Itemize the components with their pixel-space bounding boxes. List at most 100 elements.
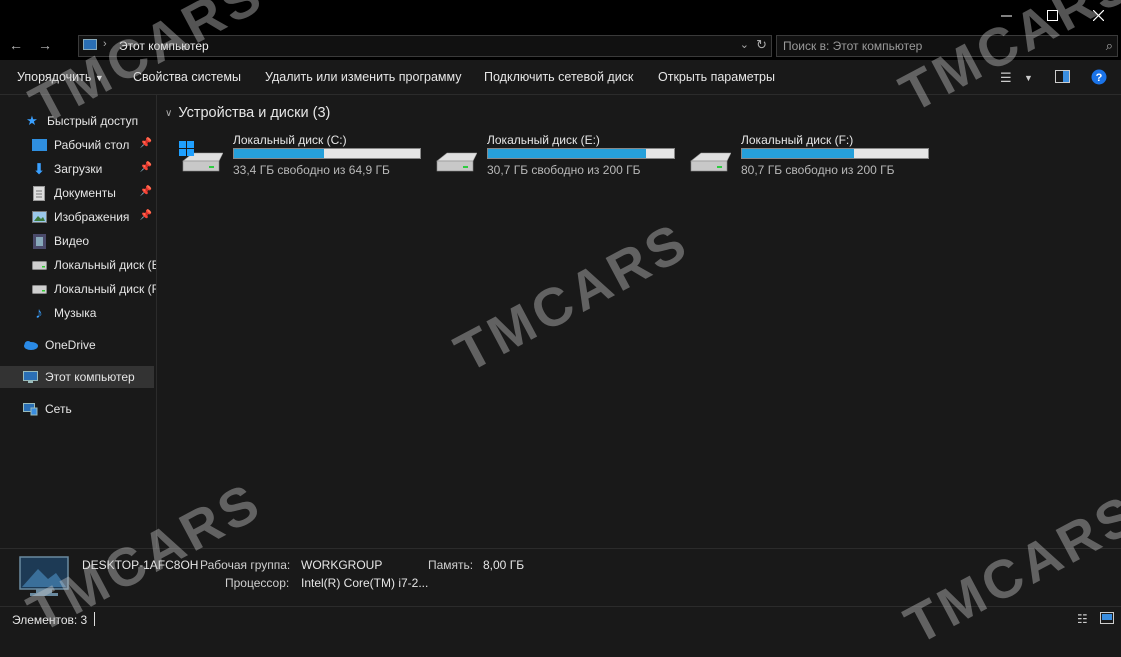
sidebar-item-quick-access[interactable]: ★ Быстрый доступ <box>0 110 156 132</box>
items-count: Элементов: 3 <box>12 613 88 627</box>
sidebar-item-label: OneDrive <box>45 338 96 352</box>
pin-icon: 📌 <box>139 162 152 173</box>
sidebar-item-music[interactable]: ♪ Музыка <box>0 302 156 324</box>
large-icons-view-icon[interactable] <box>1100 612 1114 627</box>
drive-free-space: 80,7 ГБ свободно из 200 ГБ <box>741 163 895 177</box>
navigation-pane: ★ Быстрый доступ Рабочий стол 📌 ⬇ Загруз… <box>0 95 157 548</box>
sidebar-item-drive-e[interactable]: Локальный диск (E:) <box>0 254 156 276</box>
drive-usage-bar <box>487 148 675 159</box>
music-icon: ♪ <box>35 304 43 322</box>
preview-pane-icon[interactable] <box>1055 70 1070 86</box>
details-pane: DESKTOP-1AFC8OH Рабочая группа: WORKGROU… <box>0 548 1121 607</box>
organize-label: Упорядочить <box>17 70 92 84</box>
sidebar-item-documents[interactable]: Документы 📌 <box>0 182 156 204</box>
drive-icon <box>31 281 47 297</box>
caret-down-icon[interactable]: ▼ <box>1024 73 1033 83</box>
drive-usage-fill <box>742 149 854 158</box>
drive-usage-fill <box>234 149 325 158</box>
search-input[interactable] <box>783 38 1083 53</box>
refresh-icon[interactable]: ↻ <box>756 37 767 53</box>
title-bar <box>0 0 1121 30</box>
uninstall-program-button[interactable]: Удалить или изменить программу <box>265 70 462 84</box>
sidebar-item-label: Быстрый доступ <box>47 114 139 128</box>
details-view-icon[interactable]: ☷ <box>1077 612 1088 626</box>
sidebar-item-videos[interactable]: Видео <box>0 230 156 252</box>
sidebar-item-label: Загрузки <box>54 162 103 176</box>
memory-label: Память: <box>428 558 474 572</box>
document-icon <box>31 185 47 201</box>
search-box[interactable]: ⌕ <box>776 35 1118 57</box>
computer-name: DESKTOP-1AFC8OH <box>82 558 199 572</box>
organize-button[interactable]: Упорядочить ▼ <box>17 70 104 84</box>
sidebar-item-drive-f[interactable]: Локальный диск (F:) <box>0 278 156 300</box>
sidebar-item-this-pc[interactable]: Этот компьютер <box>0 366 154 388</box>
chevron-down-icon[interactable]: ⌄ <box>740 38 749 51</box>
computer-icon <box>83 39 97 50</box>
back-button[interactable]: ← <box>7 36 25 54</box>
drive-usage-bar <box>741 148 929 159</box>
arrow-right-icon: → <box>38 37 52 53</box>
sidebar-item-label: Изображения <box>54 210 130 224</box>
status-bar: Элементов: 3 ☷ <box>0 606 1121 632</box>
download-icon: ⬇ <box>32 161 46 178</box>
memory-value: 8,00 ГБ <box>483 558 525 572</box>
drive-name: Локальный диск (E:) <box>487 133 600 147</box>
system-properties-button[interactable]: Свойства системы <box>133 70 241 84</box>
close-icon <box>1092 9 1104 21</box>
forward-button[interactable]: → <box>36 36 54 54</box>
drive-icon <box>436 152 477 172</box>
close-button[interactable] <box>1075 0 1121 30</box>
group-title: Устройства и диски (3) <box>178 105 331 121</box>
map-network-drive-button[interactable]: Подключить сетевой диск <box>484 70 633 84</box>
cloud-icon <box>22 337 38 353</box>
chevron-down-icon[interactable]: ∨ <box>165 108 172 119</box>
pin-icon: 📌 <box>139 138 152 149</box>
view-options-icon[interactable]: ☰ <box>1000 70 1012 86</box>
minimize-icon <box>1000 15 1012 16</box>
sidebar-item-desktop[interactable]: Рабочий стол 📌 <box>0 134 156 156</box>
caret-down-icon: ▼ <box>94 73 104 83</box>
desktop-icon <box>31 137 47 153</box>
sidebar-item-pictures[interactable]: Изображения 📌 <box>0 206 156 228</box>
star-icon: ★ <box>26 113 38 128</box>
command-bar: Упорядочить ▼ Свойства системы Удалить и… <box>0 62 1121 95</box>
search-icon[interactable]: ⌕ <box>1106 38 1113 54</box>
chevron-right-icon: › <box>103 38 107 50</box>
system-drive-icon <box>179 141 223 172</box>
computer-icon <box>22 369 38 385</box>
address-row: ← → › Этот компьютер ⌄ ↻ ⌕ <box>0 30 1121 60</box>
drive-name: Локальный диск (C:) <box>233 133 347 147</box>
processor-label: Процессор: <box>225 576 290 590</box>
help-icon[interactable]: ? <box>1091 69 1107 88</box>
sidebar-item-network[interactable]: Сеть <box>0 398 156 420</box>
drive-name: Локальный диск (F:) <box>741 133 854 147</box>
maximize-icon <box>1046 9 1058 21</box>
picture-icon <box>31 209 47 225</box>
workgroup-value: WORKGROUP <box>301 558 383 572</box>
maximize-button[interactable] <box>1029 0 1075 30</box>
devices-group-header[interactable]: ∨ Устройства и диски (3) <box>165 105 330 121</box>
drive-icon <box>31 257 47 273</box>
address-path[interactable]: Этот компьютер <box>119 39 209 53</box>
open-settings-button[interactable]: Открыть параметры <box>658 70 775 84</box>
sidebar-item-label: Документы <box>54 186 116 200</box>
drive-tile-c[interactable]: Локальный диск (C:) 33,4 ГБ свободно из … <box>177 133 427 183</box>
pin-icon: 📌 <box>139 210 152 221</box>
drive-usage-fill <box>488 149 647 158</box>
network-icon <box>22 401 38 417</box>
drive-free-space: 30,7 ГБ свободно из 200 ГБ <box>487 163 641 177</box>
sidebar-item-onedrive[interactable]: OneDrive <box>0 334 156 356</box>
sidebar-item-label: Видео <box>54 234 90 248</box>
sidebar-item-label: Локальный диск (F:) <box>54 282 156 296</box>
sidebar-item-label: Рабочий стол <box>54 138 130 152</box>
drive-icon <box>690 152 731 172</box>
content-pane: ∨ Устройства и диски (3) Локальный диск … <box>157 95 1121 548</box>
drive-tile-e[interactable]: Локальный диск (E:) 30,7 ГБ свободно из … <box>431 133 681 183</box>
workgroup-label: Рабочая группа: <box>200 558 291 572</box>
sidebar-item-label: Музыка <box>54 306 97 320</box>
drive-tile-f[interactable]: Локальный диск (F:) 80,7 ГБ свободно из … <box>685 133 935 183</box>
minimize-button[interactable] <box>983 0 1029 30</box>
text-cursor <box>94 612 95 626</box>
address-bar[interactable]: › Этот компьютер ⌄ ↻ <box>78 35 772 57</box>
sidebar-item-downloads[interactable]: ⬇ Загрузки 📌 <box>0 158 156 180</box>
